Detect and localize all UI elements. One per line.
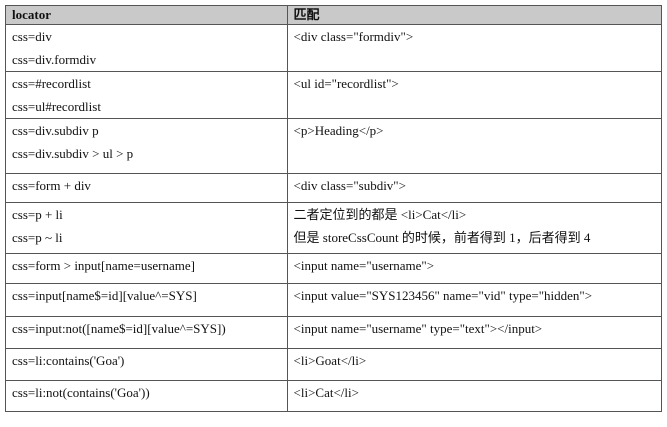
locator-text: css=div [12,29,52,44]
match-cell: <input name="username" type="text"></inp… [286,316,663,349]
table-row: css=li:not(contains('Goa')) <li>Cat</li> [5,380,663,412]
locator-cell: css=div css=div.formdiv [5,24,288,72]
table-row: css=div.subdiv p css=div.subdiv > ul > p… [5,118,663,174]
locator-cell: css=li:contains('Goa') [5,348,288,381]
match-text: <li>Cat</li> [293,385,359,400]
locator-cell: css=div.subdiv p css=div.subdiv > ul > p [5,118,288,174]
locator-text: css=p + li [12,207,63,222]
locator-text: css=p ~ li [12,230,63,245]
table-row: css=p + li css=p ~ li 二者定位到的都是 <li>Cat</… [5,202,663,254]
header-row: locator 匹配 [5,5,663,25]
locator-table: locator 匹配 css=div css=div.formdiv <div … [5,5,663,412]
table-row: css=input:not([name$=id][value^=SYS]) <i… [5,316,663,349]
locator-cell: css=form > input[name=username] [5,253,288,284]
table-row: css=li:contains('Goa') <li>Goat</li> [5,348,663,381]
match-text: <div class="formdiv"> [293,29,414,44]
table-row: css=form + div <div class="subdiv"> [5,173,663,203]
match-text: 但是 storeCssCount 的时候，前者得到 1，后者得到 4 [293,230,591,245]
table-row: css=input[name$=id][value^=SYS] <input v… [5,283,663,317]
table-row: css=form > input[name=username] <input n… [5,253,663,284]
match-cell: <input name="username"> [286,253,663,284]
match-text: <input value="SYS123456" name="vid" type… [293,288,593,303]
match-cell: <input value="SYS123456" name="vid" type… [286,283,663,317]
header-match: 匹配 [286,5,663,25]
locator-cell: css=#recordlist css=ul#recordlist [5,71,288,119]
match-cell: 二者定位到的都是 <li>Cat</li> 但是 storeCssCount 的… [286,202,663,254]
match-text: <input name="username"> [293,258,435,273]
locator-cell: css=form + div [5,173,288,203]
match-text: 二者定位到的都是 <li>Cat</li> [293,207,467,222]
match-cell: <div class="formdiv"> [286,24,663,72]
table-row: css=#recordlist css=ul#recordlist <ul id… [5,71,663,119]
locator-text: css=form > input[name=username] [12,258,195,273]
match-cell: <li>Cat</li> [286,380,663,412]
match-cell: <li>Goat</li> [286,348,663,381]
locator-cell: css=input:not([name$=id][value^=SYS]) [5,316,288,349]
locator-cell: css=input[name$=id][value^=SYS] [5,283,288,317]
match-text: <li>Goat</li> [293,353,367,368]
header-locator: locator [5,5,288,25]
locator-text: css=div.subdiv > ul > p [12,146,134,161]
locator-text: css=li:not(contains('Goa')) [12,385,150,400]
match-cell: <div class="subdiv"> [286,173,663,203]
match-cell: <p>Heading</p> [286,118,663,174]
locator-text: css=form + div [12,178,91,193]
locator-cell: css=p + li css=p ~ li [5,202,288,254]
match-text: <div class="subdiv"> [293,178,406,193]
table-row: css=div css=div.formdiv <div class="form… [5,24,663,72]
locator-text: css=input[name$=id][value^=SYS] [12,288,197,303]
locator-text: css=ul#recordlist [12,99,101,114]
locator-cell: css=li:not(contains('Goa')) [5,380,288,412]
locator-text: css=#recordlist [12,76,91,91]
locator-text: css=input:not([name$=id][value^=SYS]) [12,321,226,336]
match-text: <p>Heading</p> [293,123,384,138]
locator-text: css=div.formdiv [12,52,97,67]
match-text: <ul id="recordlist"> [293,76,399,91]
match-cell: <ul id="recordlist"> [286,71,663,119]
locator-text: css=div.subdiv p [12,123,99,138]
locator-text: css=li:contains('Goa') [12,353,125,368]
match-text: <input name="username" type="text"></inp… [293,321,543,336]
